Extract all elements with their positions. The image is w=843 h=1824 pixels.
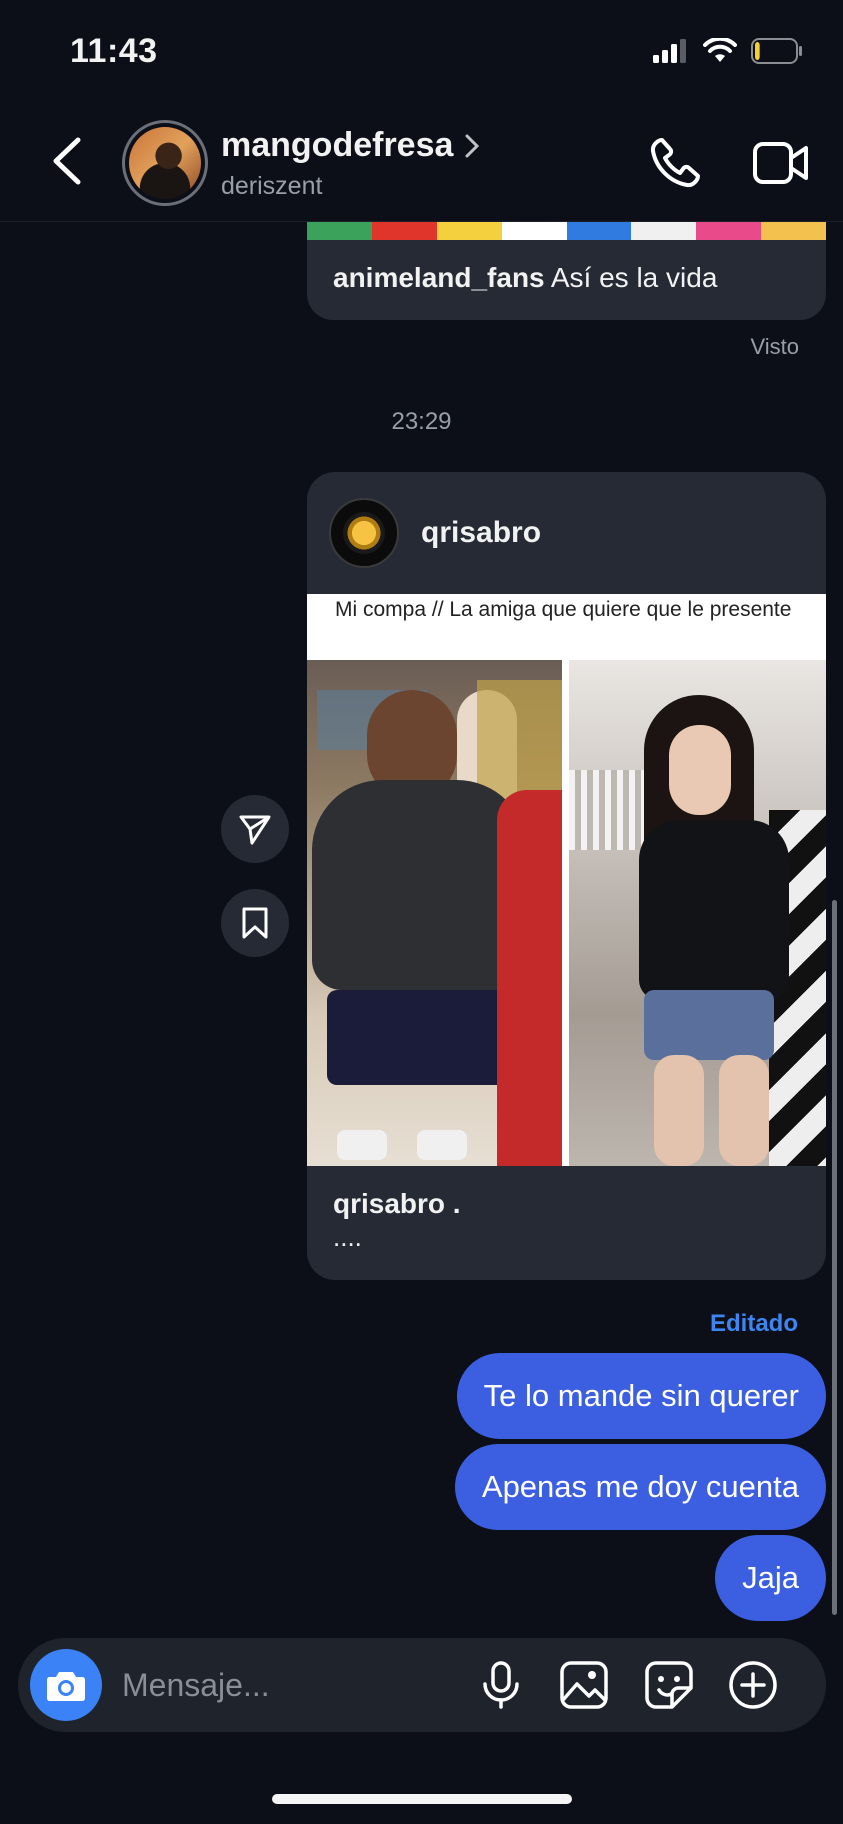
shared-post-footer-user: qrisabro . [333,1188,461,1219]
contact-username: deriszent [221,172,323,200]
phone-icon[interactable] [648,136,702,190]
contact-avatar[interactable] [122,120,208,206]
previous-post-image [307,222,826,240]
add-icon[interactable] [728,1660,778,1710]
edited-label[interactable]: Editado [710,1310,798,1338]
send-icon [239,815,271,845]
scrollbar[interactable] [832,900,837,1615]
share-button[interactable] [221,795,289,863]
status-icons [653,38,803,64]
shared-post-image: Mi compa // La amiga que quiere que le p… [307,594,826,1166]
video-call-icon[interactable] [752,138,810,188]
shared-post-card[interactable]: qrisabro Mi compa // La amiga que quiere… [307,472,826,1280]
chat-header: mangodefresa deriszent [0,100,843,222]
contact-name-text: mangodefresa [221,126,454,164]
shared-post-header: qrisabro [307,472,826,594]
wifi-icon [703,38,737,62]
bookmark-icon [242,907,268,939]
home-indicator[interactable] [272,1794,572,1804]
meme-photo-right [569,660,826,1166]
message-composer [18,1638,826,1732]
time-divider: 23:29 [391,408,452,435]
previous-post-user: animeland_fans [333,262,545,293]
seen-status: Visto [750,334,799,359]
status-time: 11:43 [70,32,158,70]
previous-post-text: Así es la vida [550,262,718,293]
message-input[interactable] [122,1660,452,1710]
gallery-icon[interactable] [559,1660,609,1710]
message-bubble[interactable]: Apenas me doy cuenta [454,1444,826,1530]
battery-icon [751,38,802,64]
meme-text: Mi compa // La amiga que quiere que le p… [335,598,792,621]
chevron-right-icon [465,134,480,157]
shared-post-footer: qrisabro . .... [307,1166,826,1275]
message-bubble[interactable]: Te lo mande sin querer [456,1353,826,1439]
shared-post-avatar [329,498,399,568]
back-icon[interactable] [48,136,88,186]
previous-post-caption: animeland_fans Así es la vida [307,240,826,316]
signal-icon [653,39,686,63]
camera-button[interactable] [30,1649,102,1721]
microphone-icon[interactable] [476,1660,526,1710]
camera-icon [47,1672,85,1701]
status-bar: 11:43 [0,0,843,100]
save-button[interactable] [221,889,289,957]
sticker-icon[interactable] [644,1660,694,1710]
chat-screen: 11:43 mangodefresa deriszent animeland_f… [0,0,843,1824]
previous-shared-post[interactable]: animeland_fans Así es la vida [307,222,826,320]
shared-post-user: qrisabro [421,516,542,549]
contact-name[interactable]: mangodefresa [221,126,480,165]
message-bubble[interactable]: Jaja [715,1535,826,1621]
meme-photo-left [307,660,562,1166]
shared-post-footer-caption: .... [333,1222,362,1252]
